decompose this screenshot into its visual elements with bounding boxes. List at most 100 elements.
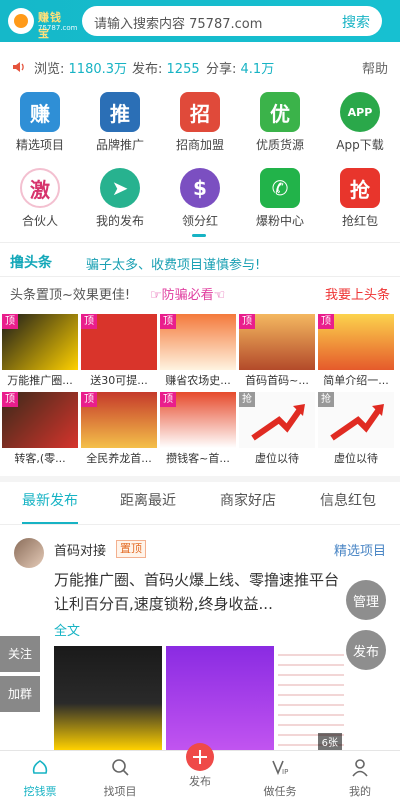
posts-value: 1255 xyxy=(166,62,200,77)
post-image[interactable]: 6张 xyxy=(278,646,344,750)
manage-button[interactable]: 管理 xyxy=(346,580,386,620)
logo-mark-icon xyxy=(8,8,34,34)
grid-item-franchise[interactable]: 招 招商加盟 xyxy=(160,92,240,153)
partner-icon: 激 xyxy=(20,168,60,208)
top-header: 赚钱宝 75787.com 请输入搜索内容 75787.com 搜索 xyxy=(0,0,400,42)
grid-item-fans-center[interactable]: ✆ 爆粉中心 xyxy=(240,168,320,229)
grid-item-featured-projects[interactable]: 赚 精选项目 xyxy=(0,92,80,153)
headline-tiles: 顶 万能推广圈... 顶 送30可提... 顶 赚省农场史... 顶 首码首码~… xyxy=(0,314,400,470)
full-text-link[interactable]: 全文 xyxy=(54,620,80,639)
pinned-badge: 置顶 xyxy=(116,540,146,558)
image-count-badge: 6张 xyxy=(317,733,342,750)
shares-value: 4.1万 xyxy=(240,62,275,77)
tile-image: 顶 xyxy=(160,392,236,448)
tile-image: 顶 xyxy=(2,392,78,448)
post-image[interactable] xyxy=(54,646,162,750)
search-button[interactable]: 搜索 xyxy=(342,12,370,32)
feed-post[interactable]: 首码对接 置顶 精选项目 万能推广圈、首码火爆上线、零撸速推平台让利百分百,速度… xyxy=(0,534,400,754)
bottom-nav: 挖钱票 找项目 发布 IP 做任务 我的 xyxy=(0,743,400,801)
anti-fraud-link[interactable]: ☞防骗必看☜ xyxy=(150,284,225,303)
search-icon xyxy=(112,759,129,776)
earn-icon: 赚 xyxy=(20,92,60,132)
search-box[interactable]: 请输入搜索内容 75787.com 搜索 xyxy=(82,6,382,36)
posts-stat: 发布: 1255 xyxy=(132,62,200,77)
logo-subtext: 75787.com xyxy=(38,24,78,32)
tile-image: 抢 xyxy=(318,392,394,448)
tile-image: 顶 xyxy=(239,314,315,370)
feature-grid: 赚 精选项目 推 品牌推广 招 招商加盟 优 优质货源 APP App下载 激 … xyxy=(0,92,400,232)
headline-logo: 撸头条 xyxy=(10,255,52,271)
post-author[interactable]: 首码对接 xyxy=(54,540,106,559)
grid-item-app-download[interactable]: APP App下载 xyxy=(320,92,400,153)
headline-bar[interactable]: 撸头条 骗子太多、收费项目谨慎参与! xyxy=(10,252,390,273)
grid-item-dividends[interactable]: $ 领分红 xyxy=(160,168,240,229)
tab-latest[interactable]: 最新发布 xyxy=(22,490,78,510)
plus-icon xyxy=(186,743,214,771)
help-link[interactable]: 帮助 xyxy=(362,58,388,77)
tile-image: 顶 xyxy=(81,314,157,370)
tile-item[interactable]: 顶 转客,(零... xyxy=(2,392,78,468)
nav-home[interactable]: 挖钱票 xyxy=(0,751,80,801)
tile-item[interactable]: 顶 万能推广圈... xyxy=(2,314,78,390)
dividend-icon: $ xyxy=(180,168,220,208)
tile-image: 顶 xyxy=(2,314,78,370)
page-indicator xyxy=(192,234,206,237)
vip-icon: IP xyxy=(272,760,288,776)
app-icon: APP xyxy=(340,92,380,132)
views-stat: 浏览: 1180.3万 xyxy=(34,62,128,77)
avatar[interactable] xyxy=(14,538,44,568)
app-logo[interactable]: 赚钱宝 75787.com xyxy=(8,6,77,40)
tile-item[interactable]: 顶 全民养龙首... xyxy=(81,392,157,468)
promo-text: 头条置顶~效果更佳! xyxy=(10,288,131,303)
tile-item[interactable]: 顶 简单介绍一... xyxy=(318,314,394,390)
tile-item[interactable]: 顶 攒钱客~首... xyxy=(160,392,236,468)
tab-red-packets[interactable]: 信息红包 xyxy=(320,490,376,510)
post-images: 6张 xyxy=(54,646,344,750)
tile-item[interactable]: 顶 送30可提... xyxy=(81,314,157,390)
svg-text:IP: IP xyxy=(282,768,288,776)
tile-item[interactable]: 抢 虚位以待 xyxy=(318,392,394,468)
tile-image: 顶 xyxy=(318,314,394,370)
tab-nearest[interactable]: 距离最近 xyxy=(120,490,176,510)
stats-bar: 浏览: 1180.3万 发布: 1255 分享: 4.1万 帮助 xyxy=(0,52,400,82)
publish-float-button[interactable]: 发布 xyxy=(346,630,386,670)
nav-publish[interactable]: 发布 xyxy=(160,743,240,801)
recruit-icon: 招 xyxy=(180,92,220,132)
grid-item-quality-supply[interactable]: 优 优质货源 xyxy=(240,92,320,153)
feed-tabs: 最新发布 距离最近 商家好店 信息红包 xyxy=(0,486,400,516)
divider xyxy=(0,276,400,277)
headline-text[interactable]: 骗子太多、收费项目谨慎参与! xyxy=(86,254,260,273)
post-image[interactable] xyxy=(166,646,274,750)
grid-item-brand-promotion[interactable]: 推 品牌推广 xyxy=(80,92,160,153)
wechat-icon: ✆ xyxy=(260,168,300,208)
nav-me[interactable]: 我的 xyxy=(320,751,400,801)
promo-bar: 头条置顶~效果更佳! ☞防骗必看☜ 我要上头条 xyxy=(10,284,390,304)
user-icon xyxy=(352,759,368,777)
tile-image: 抢 xyxy=(239,392,315,448)
shares-stat: 分享: 4.1万 xyxy=(206,62,275,77)
grid-item-red-packet[interactable]: 抢 抢红包 xyxy=(320,168,400,229)
home-icon xyxy=(32,760,48,774)
go-headline-link[interactable]: 我要上头条 xyxy=(325,284,390,303)
search-input[interactable]: 请输入搜索内容 75787.com xyxy=(94,13,262,32)
tab-shops[interactable]: 商家好店 xyxy=(220,490,276,510)
grid-item-my-posts[interactable]: ➤ 我的发布 xyxy=(80,168,160,229)
nav-tasks[interactable]: IP 做任务 xyxy=(240,751,320,801)
tile-item[interactable]: 顶 赚省农场史... xyxy=(160,314,236,390)
nav-find-projects[interactable]: 找项目 xyxy=(80,751,160,801)
post-category[interactable]: 精选项目 xyxy=(334,540,386,559)
red-packet-icon: 抢 xyxy=(340,168,380,208)
post-text[interactable]: 万能推广圈、首码火爆上线、零撸速推平台让利百分百,速度锁粉,终身收益... xyxy=(54,568,344,616)
tile-image: 顶 xyxy=(81,392,157,448)
divider xyxy=(0,476,400,482)
tile-item[interactable]: 抢 虚位以待 xyxy=(239,392,315,468)
follow-button[interactable]: 关注 xyxy=(0,636,40,672)
quality-icon: 优 xyxy=(260,92,300,132)
join-group-button[interactable]: 加群 xyxy=(0,676,40,712)
divider xyxy=(0,242,400,243)
send-icon: ➤ xyxy=(100,168,140,208)
grid-item-partner[interactable]: 激 合伙人 xyxy=(0,168,80,229)
views-value: 1180.3万 xyxy=(68,62,128,77)
tile-item[interactable]: 顶 首码首码~... xyxy=(239,314,315,390)
promote-icon: 推 xyxy=(100,92,140,132)
